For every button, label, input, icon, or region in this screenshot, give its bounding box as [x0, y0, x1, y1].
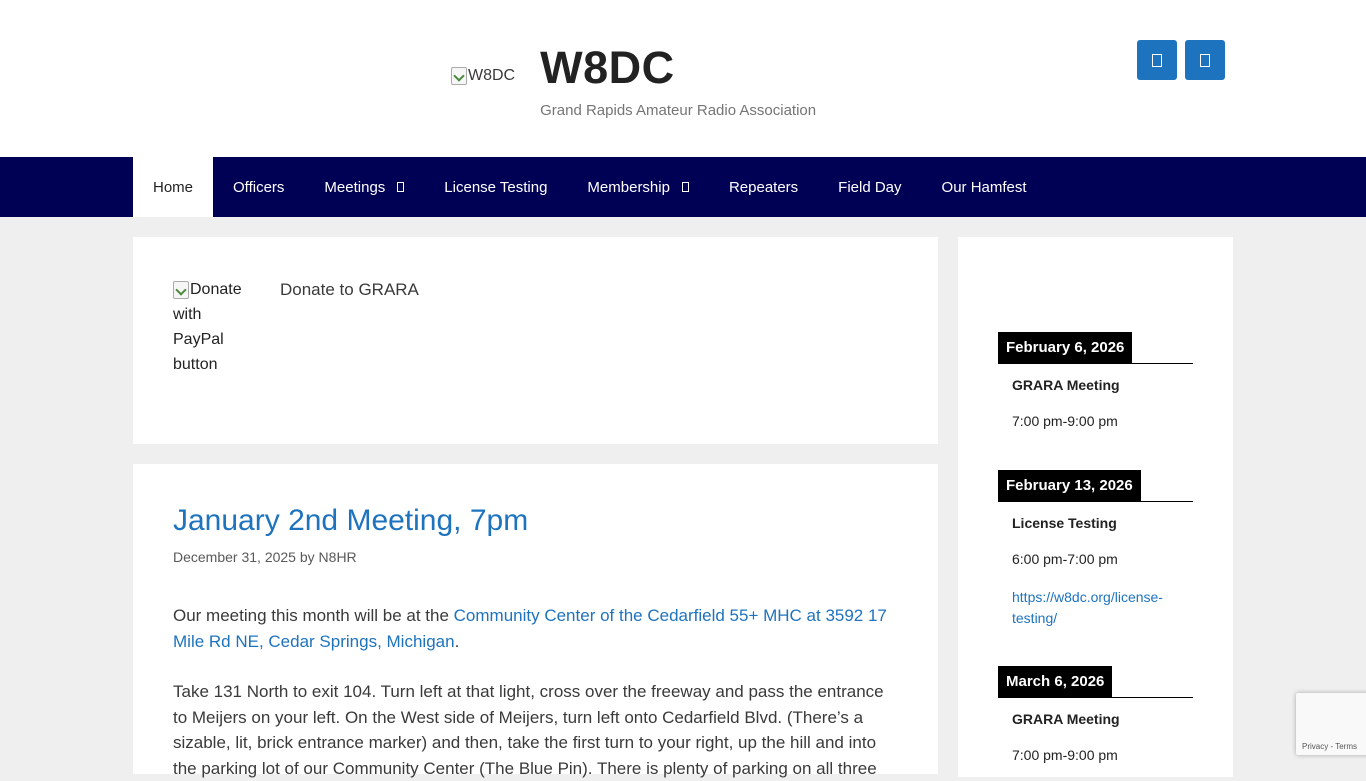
main-navigation: Home Officers Meetings License Testing M… — [0, 157, 1366, 217]
event-divider — [998, 697, 1193, 698]
event-title[interactable]: GRARA Meeting — [1012, 711, 1193, 727]
event-divider — [998, 501, 1193, 502]
post-title[interactable]: January 2nd Meeting, 7pm — [173, 504, 528, 538]
nav-item-home[interactable]: Home — [133, 157, 214, 217]
nav-item-our-hamfest[interactable]: Our Hamfest — [922, 157, 1047, 217]
event-link[interactable]: https://w8dc.org/license-testing/ — [1012, 587, 1177, 629]
event-time: 6:00 pm-7:00 pm — [1012, 551, 1118, 567]
nav-item-label: Home — [153, 178, 194, 196]
event-divider — [998, 363, 1193, 364]
event-date: March 6, 2026 — [998, 666, 1113, 697]
site-branding: W8DC W8DC Grand Rapids Amateur Radio Ass… — [451, 40, 816, 119]
event-title[interactable]: License Testing — [1012, 515, 1193, 531]
post-meta: December 31, 2025 by N8HR — [173, 549, 357, 565]
recaptcha-privacy-link[interactable]: Privacy — [1302, 742, 1328, 751]
social-button[interactable] — [1185, 40, 1225, 80]
nav-item-officers[interactable]: Officers — [213, 157, 304, 217]
social-icon — [1152, 53, 1162, 67]
blog-post: January 2nd Meeting, 7pm December 31, 20… — [133, 464, 938, 778]
event-date: February 13, 2026 — [998, 470, 1141, 501]
social-icon — [1200, 53, 1210, 67]
nav-item-label: Our Hamfest — [941, 178, 1027, 196]
event-item: February 6, 2026 GRARA Meeting 7:00 pm-9… — [998, 332, 1193, 429]
recaptcha-terms-link[interactable]: Terms — [1335, 742, 1357, 751]
recaptcha-badge[interactable]: Privacy - Terms — [1296, 693, 1366, 755]
event-date: February 6, 2026 — [998, 332, 1133, 363]
nav-item-label: License Testing — [444, 178, 548, 196]
post-paragraph: Take 131 North to exit 104. Turn left at… — [173, 682, 884, 778]
social-button[interactable] — [1137, 40, 1177, 80]
dropdown-arrow-icon — [397, 182, 405, 192]
event-time: 7:00 pm-9:00 pm — [1012, 747, 1118, 763]
site-title[interactable]: W8DC — [540, 45, 816, 90]
nav-item-meetings[interactable]: Meetings — [304, 157, 424, 217]
event-title[interactable]: GRARA Meeting — [1012, 377, 1193, 393]
nav-item-label: Officers — [233, 178, 285, 196]
post-text: Our meeting this month will be at the — [173, 606, 454, 625]
post-author-link[interactable]: N8HR — [319, 549, 357, 565]
nav-item-license-testing[interactable]: License Testing — [424, 157, 567, 217]
nav-item-label: Membership — [587, 178, 670, 196]
nav-item-repeaters[interactable]: Repeaters — [709, 157, 818, 217]
nav-item-label: Meetings — [324, 178, 386, 196]
event-item: February 13, 2026 License Testing 6:00 p… — [998, 470, 1193, 629]
broken-image-icon — [451, 67, 467, 85]
site-description: Grand Rapids Amateur Radio Association — [540, 102, 817, 119]
paypal-donate-button[interactable]: Donate with PayPal button — [173, 277, 253, 377]
nav-item-field-day[interactable]: Field Day — [818, 157, 921, 217]
post-text: . — [454, 631, 460, 651]
events-sidebar: February 6, 2026 GRARA Meeting 7:00 pm-9… — [958, 237, 1233, 777]
nav-item-label: Field Day — [838, 178, 902, 196]
site-logo[interactable]: W8DC — [451, 67, 515, 85]
dropdown-arrow-icon — [681, 182, 689, 192]
social-links — [1137, 40, 1225, 80]
event-item: March 6, 2026 GRARA Meeting 7:00 pm-9:00… — [998, 666, 1193, 763]
post-by: by — [299, 549, 315, 565]
post-paragraph: Our meeting this month will be at the Co… — [173, 603, 898, 654]
site-header: W8DC W8DC Grand Rapids Amateur Radio Ass… — [0, 0, 1366, 157]
donate-widget: Donate with PayPal button Donate to GRAR… — [133, 237, 938, 444]
nav-item-label: Repeaters — [728, 178, 799, 196]
recaptcha-links: Privacy - Terms — [1302, 742, 1357, 751]
event-time: 7:00 pm-9:00 pm — [1012, 413, 1118, 429]
post-date-link[interactable]: December 31, 2025 — [173, 549, 296, 565]
broken-image-icon — [173, 280, 189, 299]
site-logo-alt: W8DC — [468, 67, 516, 84]
nav-item-membership[interactable]: Membership — [567, 157, 709, 217]
donate-text: Donate to GRARA — [280, 280, 419, 299]
